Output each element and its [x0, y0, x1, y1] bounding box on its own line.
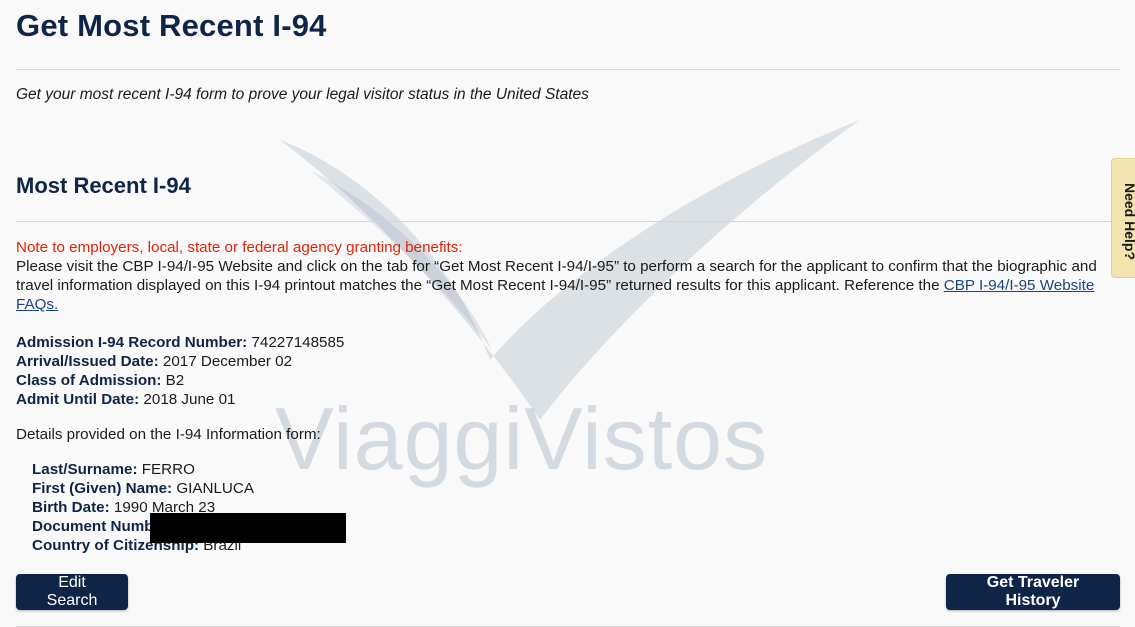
given-name-label: First (Given) Name: — [32, 480, 173, 497]
page-title: Get Most Recent I-94 — [16, 8, 327, 43]
class-of-admission-value: B2 — [165, 372, 185, 389]
arrival-date-value: 2017 December 02 — [162, 353, 293, 370]
birth-date-label: Birth Date: — [32, 499, 110, 516]
note-text: Please visit the CBP I-94/I-95 Website a… — [16, 258, 1097, 294]
employer-note: Note to employers, local, state or feder… — [16, 238, 1116, 314]
page: ViaggiVistos Get Most Recent I-94 Get yo… — [0, 0, 1135, 627]
need-help-tab[interactable]: Need Help? — [1111, 158, 1135, 278]
admit-until-value: 2018 June 01 — [143, 391, 236, 408]
page-subtitle: Get your most recent I-94 form to prove … — [16, 86, 589, 103]
watermark-logo — [280, 120, 860, 420]
given-name-value: GIANLUCA — [176, 480, 254, 497]
need-help-label: Need Help? — [1122, 183, 1135, 261]
class-of-admission-row: Class of Admission: B2 — [16, 371, 344, 390]
given-name-row: First (Given) Name: GIANLUCA — [32, 479, 254, 498]
edit-search-button[interactable]: Edit Search — [16, 574, 128, 610]
section-title: Most Recent I-94 — [16, 173, 191, 198]
record-number-label: Admission I-94 Record Number: — [16, 334, 248, 351]
admission-record: Admission I-94 Record Number: 7422714858… — [16, 333, 344, 409]
record-number-row: Admission I-94 Record Number: 7422714858… — [16, 333, 344, 352]
class-of-admission-label: Class of Admission: — [16, 372, 162, 389]
record-number-value: 74227148585 — [251, 334, 345, 351]
redaction-block — [150, 513, 346, 543]
surname-label: Last/Surname: — [32, 461, 138, 478]
watermark-text: ViaggiVistos — [275, 389, 769, 488]
note-body: Please visit the CBP I-94/I-95 Website a… — [16, 257, 1116, 314]
title-divider — [16, 69, 1120, 70]
admit-until-label: Admit Until Date: — [16, 391, 140, 408]
get-traveler-history-button[interactable]: Get Traveler History — [946, 574, 1120, 610]
note-heading: Note to employers, local, state or feder… — [16, 239, 463, 256]
surname-row: Last/Surname: FERRO — [32, 460, 254, 479]
surname-value: FERRO — [141, 461, 195, 478]
details-intro: Details provided on the I-94 Information… — [16, 426, 321, 443]
section-divider — [16, 221, 1120, 222]
admit-until-row: Admit Until Date: 2018 June 01 — [16, 390, 344, 409]
document-number-label: Document Numb — [32, 518, 154, 535]
arrival-date-row: Arrival/Issued Date: 2017 December 02 — [16, 352, 344, 371]
arrival-date-label: Arrival/Issued Date: — [16, 353, 159, 370]
